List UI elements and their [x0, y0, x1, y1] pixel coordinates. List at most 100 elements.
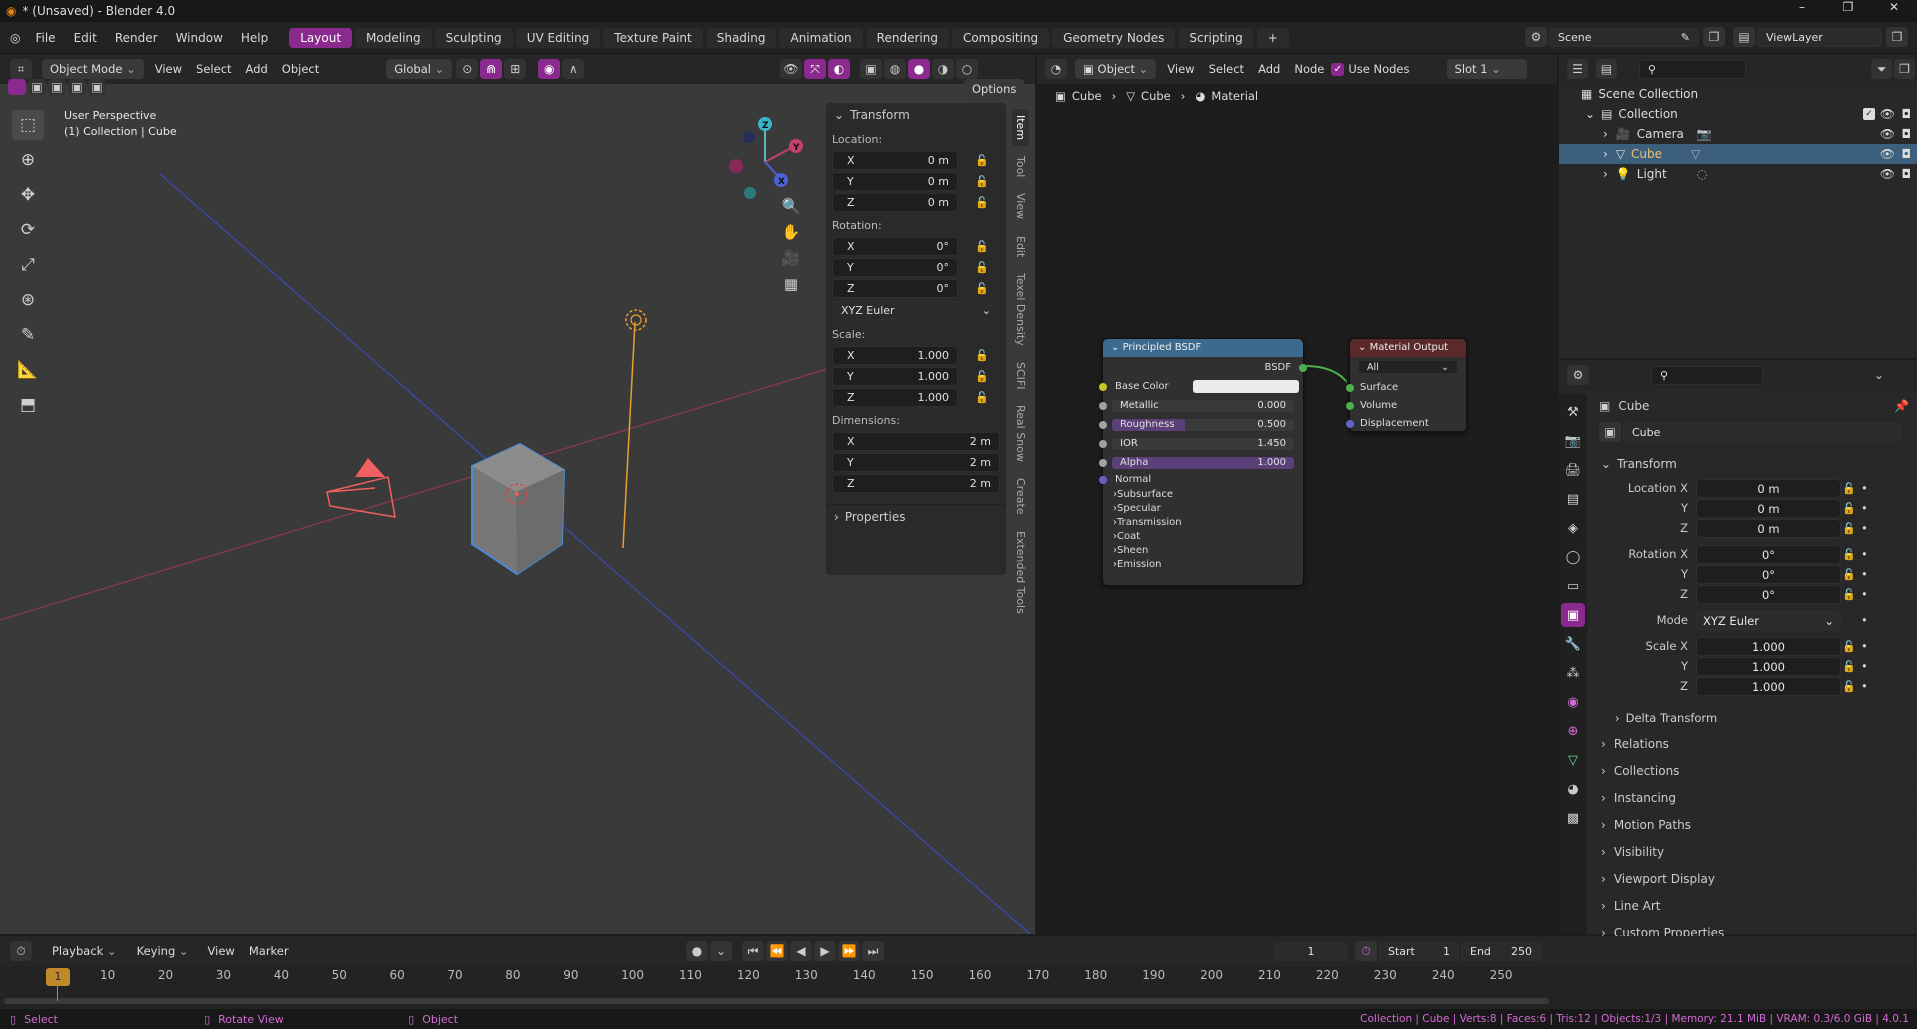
- shader-editor[interactable]: ◔ ▣ Object View Select Add Node ✓ Use No…: [1037, 54, 1557, 934]
- new-scene-icon[interactable]: ❐: [1703, 27, 1725, 47]
- keyframe-dot-icon[interactable]: •: [1861, 481, 1868, 495]
- scale-z-field[interactable]: Z 1.000: [832, 388, 958, 407]
- editor-type-icon[interactable]: ⌗: [10, 59, 32, 79]
- bsdf-section-emission[interactable]: › Emission: [1113, 557, 1303, 571]
- alpha-socket[interactable]: [1099, 458, 1107, 467]
- keyframe-dot-icon[interactable]: •: [1861, 659, 1868, 673]
- lock-icon[interactable]: 🔓: [1841, 522, 1857, 535]
- bsdf-section-subsurface[interactable]: › Subsurface: [1113, 487, 1303, 501]
- tab-extended-tools[interactable]: Extended Tools: [1012, 525, 1029, 620]
- camera-view-icon[interactable]: 🎥: [780, 248, 802, 268]
- view-layer-selector[interactable]: ViewLayer: [1757, 27, 1882, 47]
- scene-icon[interactable]: ⚙: [1525, 27, 1547, 47]
- add-workspace-button[interactable]: +: [1256, 27, 1289, 48]
- camera-render-icon[interactable]: ◘: [1902, 127, 1912, 141]
- keyframe-dot-icon[interactable]: •: [1861, 521, 1868, 535]
- annotate-tool-icon[interactable]: ✎: [12, 320, 44, 350]
- navigation-gizmo[interactable]: Z Y X: [715, 109, 825, 199]
- panel-relations[interactable]: › Relations: [1591, 731, 1917, 758]
- panel-visibility[interactable]: › Visibility: [1591, 839, 1917, 866]
- collection-row[interactable]: ⌄ ▤ Collection ✓ 👁 ◘: [1559, 104, 1917, 124]
- options-button[interactable]: Options: [964, 79, 1025, 99]
- wireframe-shading-icon[interactable]: ◍: [884, 59, 906, 79]
- next-keyframe-icon[interactable]: ⏩: [838, 941, 860, 961]
- menu-edit[interactable]: Edit: [65, 22, 106, 54]
- location-z-field[interactable]: 0 m: [1696, 518, 1841, 538]
- material-shading-icon[interactable]: ◑: [932, 59, 954, 79]
- modifier-tab-icon[interactable]: 🔧: [1561, 632, 1585, 656]
- select-extend-icon[interactable]: ▣: [28, 79, 46, 95]
- output-target-dropdown[interactable]: All ⌄: [1358, 360, 1458, 374]
- bsdf-section-coat[interactable]: › Coat: [1113, 529, 1303, 543]
- rotation-y-field[interactable]: Y 0°: [832, 258, 958, 277]
- solid-shading-icon[interactable]: ●: [908, 59, 930, 79]
- select-box-tool-icon[interactable]: ⬚: [12, 110, 44, 140]
- lock-icon[interactable]: 🔓: [974, 196, 990, 209]
- panel-line-art[interactable]: › Line Art: [1591, 893, 1917, 920]
- location-z-field[interactable]: Z 0 m: [832, 193, 958, 212]
- lock-icon[interactable]: 🔓: [974, 240, 990, 253]
- timeline-ruler[interactable]: 1 10 20 30 40 50 60 70 80 90 100 110 120 130 140 150 16…: [0, 968, 1550, 988]
- output-node-header[interactable]: ⌄ Material Output: [1350, 339, 1466, 357]
- lock-icon[interactable]: 🔓: [1841, 548, 1857, 561]
- surface-socket[interactable]: [1346, 383, 1354, 392]
- bsdf-output-socket[interactable]: [1299, 363, 1307, 372]
- tab-rendering[interactable]: Rendering: [865, 27, 949, 48]
- texture-tab-icon[interactable]: ▩: [1561, 806, 1585, 830]
- select-intersect-icon[interactable]: ▣: [88, 79, 106, 95]
- location-x-field[interactable]: X 0 m: [832, 151, 958, 170]
- eye-icon[interactable]: 👁: [1880, 147, 1895, 161]
- rotation-mode-select[interactable]: XYZ Euler ⌄: [1696, 610, 1841, 630]
- data-tab-icon[interactable]: ▽: [1561, 748, 1585, 772]
- properties-section-header[interactable]: › Properties: [826, 504, 1006, 528]
- lock-icon[interactable]: 🔓: [1841, 482, 1857, 495]
- lock-icon[interactable]: 🔓: [974, 349, 990, 362]
- checkbox-icon[interactable]: ✓: [1863, 108, 1875, 120]
- menu-render[interactable]: Render: [106, 22, 167, 54]
- editor-type-icon[interactable]: ☰: [1567, 59, 1588, 79]
- camera-render-icon[interactable]: ◘: [1902, 107, 1912, 121]
- dimensions-y-field[interactable]: Y 2 m: [832, 453, 1000, 472]
- tab-texel-density[interactable]: Texel Density: [1012, 267, 1029, 352]
- normal-socket[interactable]: [1099, 475, 1107, 484]
- output-tab-icon[interactable]: 🖨: [1561, 458, 1585, 482]
- keyframe-dot-icon[interactable]: •: [1861, 501, 1868, 515]
- tab-edit[interactable]: Edit: [1012, 230, 1029, 263]
- lock-icon[interactable]: 🔓: [974, 261, 990, 274]
- outliner-item-cube[interactable]: › ▽ Cube ▽ 👁 ◘: [1559, 144, 1917, 164]
- ior-socket[interactable]: [1099, 439, 1107, 448]
- timeline-menu-marker[interactable]: Marker: [242, 941, 296, 961]
- pin-icon[interactable]: 📌: [1894, 399, 1909, 413]
- new-view-layer-icon[interactable]: ❐: [1886, 27, 1908, 47]
- keyframe-dot-icon[interactable]: •: [1861, 547, 1868, 561]
- 3d-viewport[interactable]: ⌗ Object Mode View Select Add Object Glo…: [0, 54, 1035, 934]
- tab-scifi[interactable]: SCIFI: [1012, 356, 1029, 395]
- overlay-icon[interactable]: ◐: [828, 59, 850, 79]
- scene-collection-row[interactable]: ▦ Scene Collection: [1559, 84, 1917, 104]
- ortho-grid-icon[interactable]: ▦: [780, 274, 802, 294]
- material-tab-icon[interactable]: ◕: [1561, 777, 1585, 801]
- tab-item[interactable]: Item: [1012, 109, 1029, 147]
- base-color-socket[interactable]: [1099, 382, 1107, 391]
- expand-icon[interactable]: ›: [1603, 167, 1608, 181]
- timeline-menu-view[interactable]: View: [201, 941, 242, 961]
- dimensions-x-field[interactable]: X 2 m: [832, 432, 1000, 451]
- panel-viewport-display[interactable]: › Viewport Display: [1591, 866, 1917, 893]
- playhead[interactable]: 1: [46, 968, 70, 986]
- dimensions-z-field[interactable]: Z 2 m: [832, 474, 1000, 493]
- preview-range-icon[interactable]: ⏱: [1355, 941, 1377, 961]
- location-y-field[interactable]: 0 m: [1696, 498, 1841, 518]
- scale-z-field[interactable]: 1.000: [1696, 676, 1841, 696]
- keyframe-dot-icon[interactable]: •: [1861, 587, 1868, 601]
- xray-icon[interactable]: ▣: [860, 59, 882, 79]
- viewport-menu-object[interactable]: Object: [275, 59, 326, 79]
- location-y-field[interactable]: Y 0 m: [832, 172, 958, 191]
- lock-icon[interactable]: 🔓: [1841, 680, 1857, 693]
- expand-icon[interactable]: ›: [1603, 127, 1608, 141]
- bsdf-section-sheen[interactable]: › Sheen: [1113, 543, 1303, 557]
- lock-icon[interactable]: 🔓: [1841, 660, 1857, 673]
- rotation-x-field[interactable]: 0°: [1696, 544, 1841, 564]
- select-new-icon[interactable]: [8, 79, 26, 95]
- keying-dropdown[interactable]: Keying: [129, 941, 197, 961]
- material-output-node[interactable]: ⌄ Material Output All ⌄ Surface Volume Di…: [1346, 338, 1467, 432]
